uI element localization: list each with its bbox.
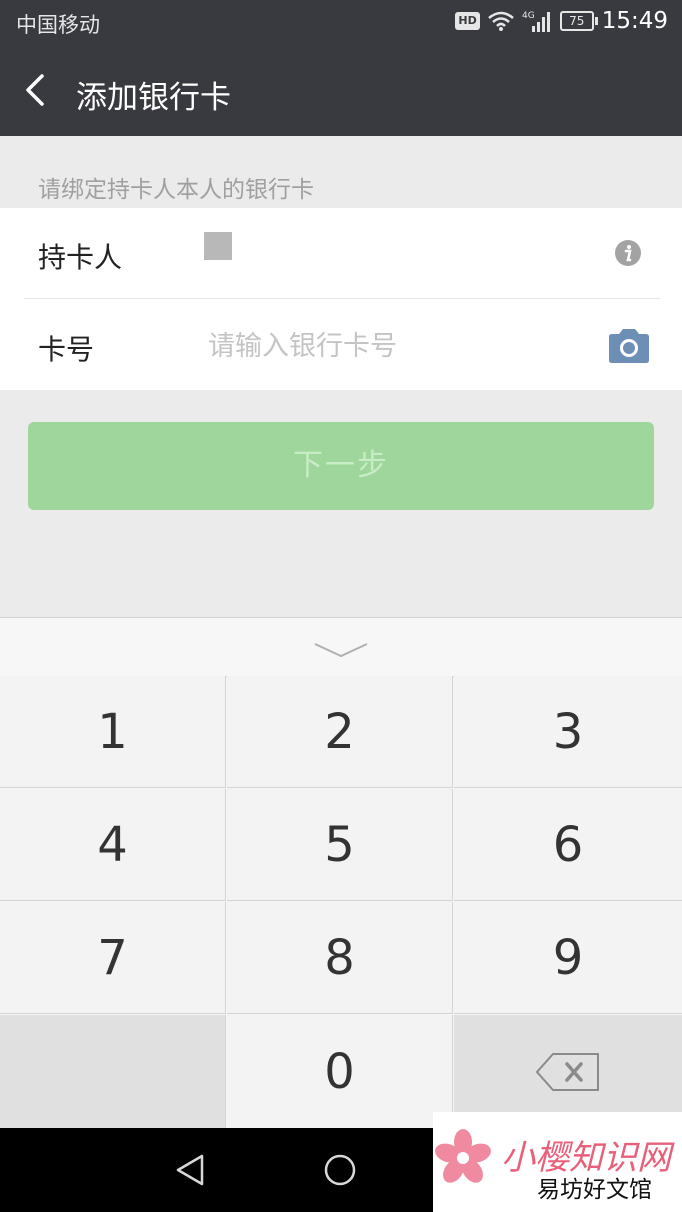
keyboard-collapse-bar[interactable] [0, 617, 682, 677]
card-form: 持卡人 卡号 [0, 208, 682, 390]
cardholder-name-redacted [204, 232, 232, 260]
status-bar: 中国移动 HD 4G 75 15:49 [0, 0, 682, 46]
nav-back-icon[interactable] [172, 1152, 208, 1188]
cardholder-row: 持卡人 [0, 208, 682, 299]
carrier-name: 中国移动 [16, 13, 100, 37]
nav-home-icon[interactable] [322, 1152, 358, 1188]
camera-icon[interactable] [606, 328, 652, 364]
key-2[interactable]: 2 [227, 676, 453, 788]
navigation-bar: 添加银行卡 [0, 46, 682, 136]
bind-card-hint: 请绑定持卡人本人的银行卡 [38, 177, 314, 203]
row-divider [24, 298, 660, 299]
next-step-button[interactable]: 下一步 [28, 422, 654, 510]
status-indicators: HD 4G 75 15:49 [455, 8, 668, 34]
cardholder-label: 持卡人 [38, 241, 123, 274]
page-title: 添加银行卡 [76, 80, 231, 116]
key-9[interactable]: 9 [454, 902, 682, 1014]
key-8[interactable]: 8 [227, 902, 453, 1014]
sakura-logo-icon [435, 1129, 491, 1183]
key-0[interactable]: 0 [227, 1015, 453, 1128]
key-4[interactable]: 4 [0, 789, 226, 901]
key-5[interactable]: 5 [227, 789, 453, 901]
card-number-row: 卡号 [0, 300, 682, 390]
key-3[interactable]: 3 [454, 676, 682, 788]
numeric-keypad: 1 2 3 4 5 6 7 8 9 0 [0, 617, 682, 1128]
info-icon[interactable] [614, 239, 642, 267]
signal-icon: 4G [522, 11, 550, 32]
key-6[interactable]: 6 [454, 789, 682, 901]
key-7[interactable]: 7 [0, 902, 226, 1014]
wifi-icon [487, 11, 514, 31]
watermark: 小樱知识网 易坊好文馆 [433, 1112, 682, 1212]
backspace-icon [535, 1052, 599, 1091]
battery-indicator: 75 [559, 11, 598, 31]
key-1[interactable]: 1 [0, 676, 226, 788]
back-arrow-icon[interactable] [18, 70, 58, 110]
card-number-label: 卡号 [38, 333, 95, 366]
network-type: 4G [522, 11, 535, 21]
card-number-input[interactable] [206, 322, 590, 370]
key-blank [0, 1015, 226, 1128]
watermark-subtitle: 易坊好文馆 [537, 1177, 652, 1203]
clock: 15:49 [601, 8, 668, 34]
hd-badge: HD [455, 12, 480, 30]
chevron-down-icon [314, 643, 368, 658]
